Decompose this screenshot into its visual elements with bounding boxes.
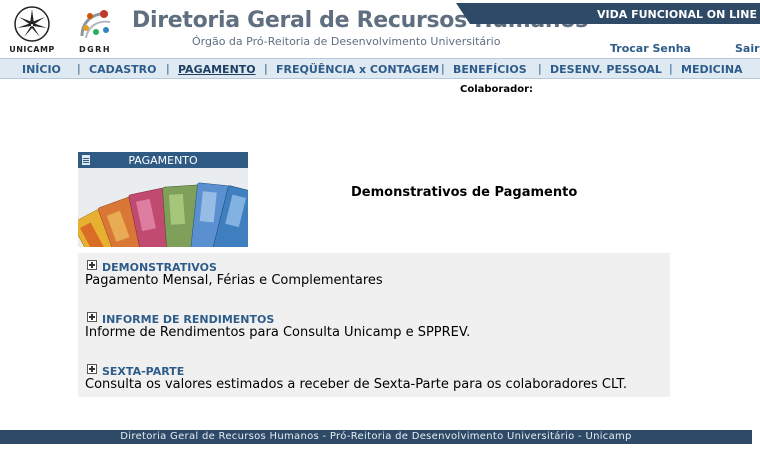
expand-icon[interactable] [87,312,97,322]
nav-pagamento[interactable]: PAGAMENTO [178,63,256,76]
banner-bar: VIDA FUNCIONAL ON LINE [456,3,760,24]
dgrh-logo-label: DGRH [78,45,112,54]
footer: Diretoria Geral de Recursos Humanos - Pr… [0,430,752,444]
expand-icon[interactable] [87,364,97,374]
unicamp-logo[interactable]: UNICAMP [6,4,58,54]
site-subtitle: Órgão da Pró-Reitoria de Desenvolvimento… [192,35,501,48]
nav-medicina[interactable]: MEDICINA [681,63,743,76]
unicamp-logo-label: UNICAMP [9,45,55,54]
nav-separator: | [669,62,673,75]
banner-text: VIDA FUNCIONAL ON LINE [596,8,757,21]
informe-rendimentos-desc: Informe de Rendimentos para Consulta Uni… [85,325,471,340]
main-nav: INÍCIO | CADASTRO | PAGAMENTO | FREQÜÊNC… [0,58,760,79]
sexta-parte-desc: Consulta os valores estimados a receber … [85,377,627,392]
nav-separator: | [264,62,268,75]
colaborador-label: Colaborador: [460,84,534,95]
nav-frequencia[interactable]: FREQÜÊNCIA x CONTAGEM [276,63,439,76]
demonstrativos-desc: Pagamento Mensal, Férias e Complementare… [85,273,383,288]
expand-icon[interactable] [87,260,97,270]
footer-text: Diretoria Geral de Recursos Humanos - Pr… [120,431,632,442]
unicamp-emblem-icon [14,6,50,42]
logout-link[interactable]: Sair [735,42,760,55]
dgrh-logo[interactable]: DGRH [74,6,116,54]
content-box: DEMONSTRATIVOS Pagamento Mensal, Férias … [78,253,670,397]
change-password-link[interactable]: Trocar Senha [610,42,691,55]
nav-beneficios[interactable]: BENEFÍCIOS [453,63,527,76]
banknotes-icon [78,168,248,247]
nav-inicio[interactable]: INÍCIO [22,63,61,76]
nav-separator: | [77,62,81,75]
banknotes-image [78,168,248,247]
nav-desenv-pessoal[interactable]: DESENV. PESSOAL [550,63,662,76]
nav-separator: | [538,62,542,75]
payment-panel-header: PAGAMENTO [78,152,248,168]
nav-cadastro[interactable]: CADASTRO [89,63,156,76]
header: UNICAMP DGRH Diretoria Geral de Recursos… [0,0,760,57]
nav-separator: | [441,62,445,75]
payment-panel-title: PAGAMENTO [128,154,198,167]
dgrh-emblem-icon [80,10,111,39]
page-title: Demonstrativos de Pagamento [351,185,578,200]
nav-separator: | [166,62,170,75]
